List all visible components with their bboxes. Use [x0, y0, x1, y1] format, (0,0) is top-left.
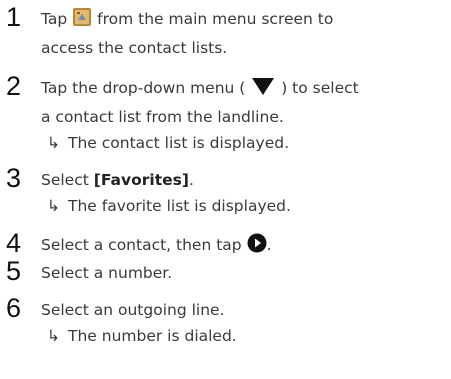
step-text: Tap the drop-down menu ( ) to select a c… — [41, 75, 446, 156]
step-result-text: The contact list is displayed. — [68, 134, 290, 152]
step-text-after: ) to select — [281, 79, 359, 97]
step-result: ↳ The contact list is displayed. — [41, 130, 446, 156]
step-text-bold: [Favorites] — [93, 171, 189, 189]
step-number: 5 — [6, 256, 22, 286]
play-circle-icon — [247, 233, 267, 261]
step-text-before: Select — [41, 171, 89, 189]
step-text: Select [Favorites]. ↳ The favorite list i… — [41, 167, 446, 219]
step-text: Select an outgoing line. ↳ The number is … — [41, 297, 446, 349]
result-arrow-icon: ↳ — [47, 327, 60, 345]
step-text: Tap from the main menu screen to access … — [41, 6, 446, 61]
step-result: ↳ The favorite list is displayed. — [41, 193, 446, 219]
step-text-before: Tap — [41, 10, 68, 28]
result-arrow-icon: ↳ — [47, 197, 60, 215]
step-text: Select a number. — [41, 260, 446, 286]
step-number: 3 — [6, 163, 22, 193]
step-text-after: from the main menu screen to — [97, 10, 334, 28]
step-text-before: Select a contact, then tap — [41, 236, 242, 254]
step-text-before: Tap the drop-down menu ( — [41, 79, 246, 97]
result-arrow-icon: ↳ — [47, 134, 60, 152]
step-result-text: The number is dialed. — [68, 327, 237, 345]
step-text-after: . — [266, 236, 272, 254]
step-number: 4 — [6, 228, 22, 258]
step-text-line2: access the contact lists. — [41, 39, 228, 57]
step-result: ↳ The number is dialed. — [41, 323, 446, 349]
step-text-after: . — [188, 171, 194, 189]
step-number: 2 — [6, 71, 22, 101]
step-text-content: Select an outgoing line. — [41, 301, 225, 319]
step-text-content: Select a number. — [41, 264, 173, 282]
step-number: 6 — [6, 293, 22, 323]
step-number: 1 — [6, 2, 22, 32]
contacts-book-icon — [72, 7, 92, 35]
step-result-text: The favorite list is displayed. — [68, 197, 291, 215]
step-text-line2: a contact list from the landline. — [41, 108, 284, 126]
triangle-down-icon — [250, 76, 276, 104]
step-text: Select a contact, then tap . — [41, 232, 446, 261]
